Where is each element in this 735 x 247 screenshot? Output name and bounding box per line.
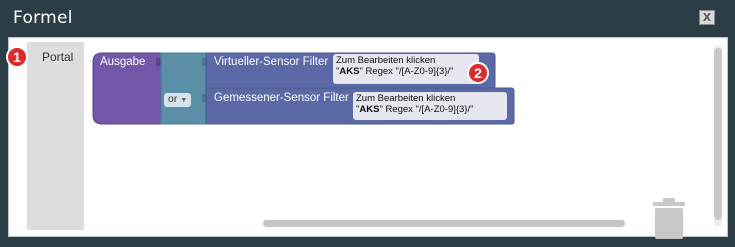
formula-dialog: Formel X Portal Ausgabe or ▼ Virtueller-… xyxy=(0,0,735,247)
virtual-field-line1: Zum Bearbeiten klicken xyxy=(336,55,436,66)
dialog-title: Formel xyxy=(13,8,73,28)
output-input-notch xyxy=(156,58,161,66)
or-dropdown[interactable]: or ▼ xyxy=(164,93,192,107)
measured-sensor-filter-field[interactable]: Zum Bearbeiten klicken "AKS" Regex "/[A-… xyxy=(353,92,507,120)
or-dropdown-value: or xyxy=(168,93,178,105)
or-block[interactable] xyxy=(160,52,207,125)
virtual-sensor-filter-label: Virtueller-Sensor Filter xyxy=(214,56,329,68)
measured-sensor-filter-label: Gemessener-Sensor Filter xyxy=(214,92,349,104)
virtual-sensor-filter-field[interactable]: Zum Bearbeiten klicken "AKS" Regex "/[A-… xyxy=(333,54,479,84)
measured-field-line2: "AKS" Regex "/[A-Z0-9]{3}/" xyxy=(356,104,474,115)
chevron-down-icon: ▼ xyxy=(180,97,188,104)
virtual-field-line2: "AKS" Regex "/[A-Z0-9]{3}/" xyxy=(336,66,454,77)
annotation-badge-2: 2 xyxy=(467,62,489,84)
close-button[interactable]: X xyxy=(699,10,715,25)
dialog-body: Portal Ausgabe or ▼ Virtueller-Sensor Fil… xyxy=(8,37,728,240)
output-block-label: Ausgabe xyxy=(100,56,146,68)
trash-icon[interactable] xyxy=(652,198,686,240)
measured-field-line1: Zum Bearbeiten klicken xyxy=(356,93,456,104)
annotation-badge-1: 1 xyxy=(6,46,28,68)
